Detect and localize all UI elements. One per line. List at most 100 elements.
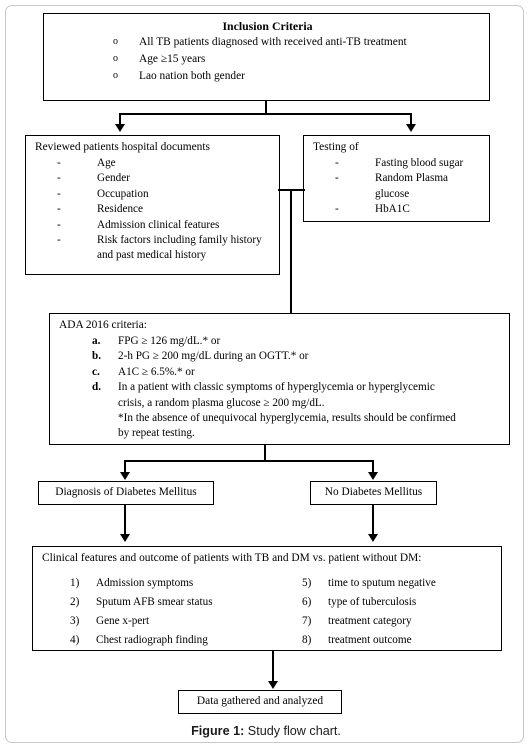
arrow-to-reviewed-box: [115, 124, 125, 132]
clinical-features-heading: Clinical features and outcome of patient…: [42, 552, 422, 564]
connector-clinical-to-final: [272, 651, 275, 682]
figure-page: Inclusion Criteria o All TB patients dia…: [0, 0, 532, 754]
clinical-features-box: Clinical features and outcome of patient…: [32, 546, 502, 651]
circle-bullet-icon: o: [113, 69, 118, 81]
list-item: 1) Admission symptoms: [70, 576, 302, 591]
testing-item-text: HbA1C: [375, 203, 410, 216]
arrow-to-no-diagnosis-box: [368, 472, 378, 480]
reviewed-documents-heading: Reviewed patients hospital documents: [35, 141, 210, 153]
circle-bullet-icon: o: [113, 36, 118, 48]
connector-no-diagnosis-down: [372, 505, 375, 535]
dash-bullet-icon: -: [57, 156, 61, 169]
arrow-to-testing-box: [406, 124, 416, 132]
testing-item-text: Random Plasma: [375, 172, 449, 185]
list-item: b. 2-h PG ≥ 200 mg/dL during an OGTT.* o…: [59, 349, 502, 364]
list-item: d. In a patient with classic symptoms of…: [59, 380, 502, 395]
list-item: - Occupation: [35, 187, 272, 202]
arrow-to-final-box: [268, 681, 278, 689]
ada-item-marker: a.: [92, 334, 101, 347]
testing-item-text: Fasting blood sugar: [375, 156, 464, 169]
testing-heading: Testing of: [313, 141, 359, 153]
testing-list: - Fasting blood sugar - Random Plasma gl…: [313, 156, 482, 218]
reviewed-item-text: Residence: [97, 203, 143, 216]
ada-item-text: FPG ≥ 126 mg/dL.* or: [118, 334, 221, 347]
ada-item-marker: d.: [92, 381, 102, 394]
reviewed-item-text: Age: [97, 156, 116, 169]
list-item: o Lao nation both gender: [53, 69, 482, 85]
reviewed-item-text: Occupation: [97, 187, 149, 200]
list-item: 3) Gene x-pert: [70, 614, 302, 629]
ada-item-text: 2-h PG ≥ 200 mg/dL during an OGTT.* or: [118, 350, 309, 363]
dash-bullet-icon: -: [335, 156, 339, 169]
inclusion-item-text: Age ≥15 years: [139, 53, 206, 65]
ada-item-marker: b.: [92, 350, 102, 363]
dash-bullet-icon: -: [57, 218, 61, 231]
inclusion-criteria-box: Inclusion Criteria o All TB patients dia…: [43, 13, 490, 101]
clinical-item-text: treatment category: [328, 614, 412, 627]
ada-footnote-line-1: *In the absence of unequivocal hyperglyc…: [118, 412, 456, 424]
list-item: 8) treatment outcome: [302, 633, 512, 648]
dash-bullet-icon: -: [57, 203, 61, 216]
connector-inclusion-split: [119, 113, 412, 116]
diagnosis-of-diabetes-label: Diagnosis of Diabetes Mellitus: [55, 486, 197, 499]
figure-caption-text: Study flow chart.: [244, 724, 341, 738]
list-item: a. FPG ≥ 126 mg/dL.* or: [59, 334, 502, 349]
list-item: 6) type of tuberculosis: [302, 595, 512, 610]
clinical-item-marker: 4): [70, 633, 80, 646]
clinical-item-text: type of tuberculosis: [328, 595, 417, 608]
connector-merge-stem: [290, 189, 293, 313]
clinical-features-columns: 1) Admission symptoms 2) Sputum AFB smea…: [42, 576, 494, 652]
inclusion-item-text: Lao nation both gender: [139, 69, 245, 82]
no-diabetes-label: No Diabetes Mellitus: [324, 486, 423, 499]
no-diabetes-box: No Diabetes Mellitus: [310, 481, 437, 505]
clinical-features-left-column: 1) Admission symptoms 2) Sputum AFB smea…: [42, 576, 302, 652]
inclusion-criteria-title: Inclusion Criteria: [222, 19, 313, 33]
dash-bullet-icon: -: [335, 172, 339, 185]
connector-ada-split: [124, 460, 374, 463]
clinical-item-marker: 5): [302, 576, 312, 589]
dash-bullet-icon: -: [335, 203, 339, 216]
list-item: o Age ≥15 years: [53, 52, 482, 68]
ada-item-continuation-text: crisis, a random plasma glucose ≥ 200 mg…: [118, 396, 325, 409]
list-item-continuation: glucose: [313, 187, 482, 202]
testing-item-continuation-text: glucose: [375, 187, 410, 200]
list-item: - Admission clinical features: [35, 218, 272, 233]
reviewed-item-text: Admission clinical features: [97, 218, 220, 231]
data-gathered-box: Data gathered and analyzed: [178, 690, 342, 714]
clinical-item-marker: 7): [302, 614, 312, 627]
figure-caption: Figure 1: Study flow chart.: [0, 724, 532, 738]
clinical-item-marker: 6): [302, 595, 312, 608]
clinical-item-marker: 8): [302, 633, 312, 646]
ada-criteria-box: ADA 2016 criteria: a. FPG ≥ 126 mg/dL.* …: [49, 313, 510, 445]
list-item: 5) time to sputum negative: [302, 576, 512, 591]
inclusion-criteria-list: o All TB patients diagnosed with receive…: [53, 35, 482, 84]
clinical-item-text: Admission symptoms: [96, 576, 194, 589]
data-gathered-label: Data gathered and analyzed: [196, 695, 324, 708]
reviewed-documents-list: - Age - Gender - Occupation - Residence …: [35, 156, 272, 264]
list-item: 2) Sputum AFB smear status: [70, 595, 302, 610]
ada-criteria-list: a. FPG ≥ 126 mg/dL.* or b. 2-h PG ≥ 200 …: [59, 334, 502, 442]
list-item: c. A1C ≥ 6.5%.* or: [59, 365, 502, 380]
clinical-item-marker: 3): [70, 614, 80, 627]
list-item: - HbA1C: [313, 202, 482, 217]
list-item: - Age: [35, 156, 272, 171]
arrow-diagnosis-to-clinical: [120, 534, 130, 542]
reviewed-item-text: Gender: [97, 172, 130, 185]
arrow-no-diagnosis-to-clinical: [368, 534, 378, 542]
list-item-continuation: and past medical history: [35, 248, 272, 263]
clinical-item-text: Gene x-pert: [96, 614, 150, 627]
list-item: o All TB patients diagnosed with receive…: [53, 35, 482, 51]
list-item: 4) Chest radiograph finding: [70, 633, 302, 648]
list-item: - Fasting blood sugar: [313, 156, 482, 171]
clinical-item-text: time to sputum negative: [328, 576, 436, 589]
list-item: - Random Plasma: [313, 171, 482, 186]
clinical-features-right-column: 5) time to sputum negative 6) type of tu…: [302, 576, 512, 652]
clinical-item-marker: 2): [70, 595, 80, 608]
dash-bullet-icon: -: [57, 172, 61, 185]
circle-bullet-icon: o: [113, 53, 118, 64]
list-item: - Residence: [35, 202, 272, 217]
list-item: - Risk factors including family history: [35, 233, 272, 248]
clinical-item-marker: 1): [70, 576, 80, 589]
ada-item-text: In a patient with classic symptoms of hy…: [118, 381, 435, 394]
clinical-item-text: treatment outcome: [328, 633, 412, 646]
